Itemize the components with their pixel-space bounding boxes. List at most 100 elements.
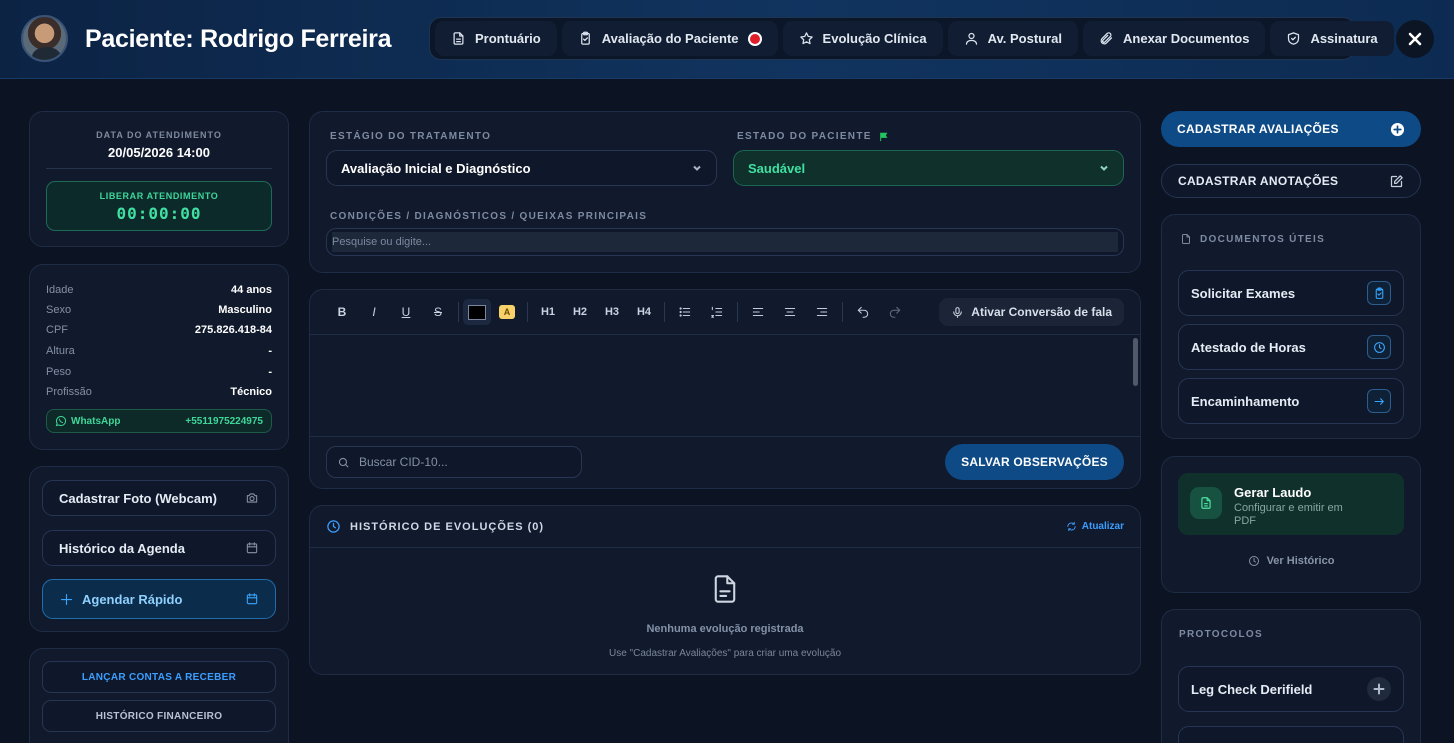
info-row-weight: Peso -: [46, 366, 272, 378]
ordered-list-button[interactable]: [701, 296, 733, 328]
editor-textarea[interactable]: [310, 336, 1140, 436]
register-photo-button[interactable]: Cadastrar Foto (Webcam): [42, 480, 276, 516]
bold-button[interactable]: B: [326, 296, 358, 328]
strikethrough-button[interactable]: S: [422, 296, 454, 328]
undo-icon: [856, 305, 870, 319]
speech-to-text-button[interactable]: Ativar Conversão de fala: [939, 298, 1124, 326]
tab-av-postural[interactable]: Av. Postural: [947, 21, 1079, 56]
star-icon: [799, 31, 814, 46]
text-color-button[interactable]: [463, 299, 491, 325]
align-right-icon: [815, 305, 829, 319]
whatsapp-button[interactable]: WhatsApp +5511975224975: [46, 409, 272, 433]
register-notes-button[interactable]: CADASTRAR ANOTAÇÕES: [1161, 164, 1421, 198]
file-icon: [451, 31, 466, 46]
italic-button[interactable]: I: [358, 296, 390, 328]
cid-search-input[interactable]: Buscar CID-10...: [326, 446, 582, 478]
ordered-list-icon: [710, 305, 724, 319]
tab-label: Anexar Documentos: [1123, 31, 1250, 46]
close-button[interactable]: [1396, 20, 1434, 58]
tab-evolucao-clinica[interactable]: Evolução Clínica: [782, 21, 943, 56]
protocols-card: PROTOCOLOS Leg Check Derifield: [1161, 609, 1421, 743]
referral-button[interactable]: Encaminhamento: [1178, 378, 1404, 424]
align-center-button[interactable]: [774, 296, 806, 328]
page-title: Paciente: Rodrigo Ferreira: [85, 25, 392, 53]
h3-button[interactable]: H3: [596, 296, 628, 328]
clock-icon: [1248, 555, 1260, 567]
tab-assinatura[interactable]: Assinatura: [1270, 21, 1394, 56]
nav-tabs: Prontuário Avaliação do Paciente Evoluçã…: [429, 17, 1394, 60]
tab-avaliacao-paciente[interactable]: Avaliação do Paciente: [561, 21, 778, 56]
whatsapp-number: +5511975224975: [185, 415, 263, 427]
conditions-label: CONDIÇÕES / DIAGNÓSTICOS / QUEIXAS PRINC…: [330, 211, 648, 222]
clipboard-icon: [578, 31, 593, 46]
editor-scrollbar[interactable]: [1133, 338, 1138, 386]
request-exams-button[interactable]: Solicitar Exames: [1178, 270, 1404, 316]
report-card: Gerar Laudo Configurar e emitir em PDF V…: [1161, 456, 1421, 593]
chevron-down-icon: [692, 163, 702, 173]
highlight-button[interactable]: A: [491, 296, 523, 328]
avatar[interactable]: [21, 15, 68, 62]
protocol-item[interactable]: [1178, 726, 1404, 743]
document-icon: [711, 574, 739, 604]
view-history-button[interactable]: Ver Histórico: [1162, 555, 1420, 567]
header: Paciente: Rodrigo Ferreira Prontuário Av…: [0, 0, 1454, 79]
divider: [527, 302, 528, 322]
schedule-history-button[interactable]: Histórico da Agenda: [42, 530, 276, 566]
user-icon: [964, 31, 979, 46]
camera-icon: [245, 491, 259, 505]
tab-anexar-documentos[interactable]: Anexar Documentos: [1083, 21, 1266, 56]
date-label: DATA DO ATENDIMENTO: [96, 130, 222, 140]
shield-icon: [1286, 31, 1301, 46]
align-left-button[interactable]: [742, 296, 774, 328]
release-appointment-button[interactable]: LIBERAR ATENDIMENTO 00:00:00: [46, 181, 272, 231]
search-icon: [337, 456, 350, 469]
register-evaluations-button[interactable]: CADASTRAR AVALIAÇÕES: [1161, 111, 1421, 147]
documents-title: DOCUMENTOS ÚTEIS: [1200, 233, 1326, 245]
align-center-icon: [783, 305, 797, 319]
h1-button[interactable]: H1: [532, 296, 564, 328]
add-protocol-button[interactable]: [1367, 677, 1391, 701]
empty-state: Nenhuma evolução registrada Use "Cadastr…: [310, 574, 1140, 659]
hours-certificate-button[interactable]: Atestado de Horas: [1178, 324, 1404, 370]
treatment-card: ESTÁGIO DO TRATAMENTO ESTADO DO PACIENTE…: [309, 111, 1141, 273]
receivable-button[interactable]: LANÇAR CONTAS A RECEBER: [42, 661, 276, 693]
generate-report-button[interactable]: Gerar Laudo Configurar e emitir em PDF: [1178, 473, 1404, 535]
refresh-button[interactable]: Atualizar: [1066, 521, 1124, 532]
arrow-right-icon: [1373, 395, 1386, 408]
calendar-icon: [245, 592, 259, 606]
undo-button[interactable]: [847, 296, 879, 328]
protocol-item[interactable]: Leg Check Derifield: [1178, 666, 1404, 712]
refresh-icon: [1066, 521, 1077, 532]
divider: [46, 168, 272, 169]
report-icon: [1199, 496, 1213, 510]
h4-button[interactable]: H4: [628, 296, 660, 328]
tab-label: Evolução Clínica: [822, 31, 927, 46]
history-title: HISTÓRICO DE EVOLUÇÕES (0): [350, 520, 545, 533]
recording-indicator: [747, 31, 762, 46]
state-label: ESTADO DO PACIENTE: [737, 131, 872, 142]
finance-card: LANÇAR CONTAS A RECEBER HISTÓRICO FINANC…: [29, 648, 289, 743]
clock-icon: [326, 519, 341, 534]
divider: [664, 302, 665, 322]
release-label: LIBERAR ATENDIMENTO: [99, 191, 219, 201]
redo-button[interactable]: [879, 296, 911, 328]
save-observations-button[interactable]: SALVAR OBSERVAÇÕES: [945, 444, 1124, 480]
actions-card: Cadastrar Foto (Webcam) Histórico da Age…: [29, 466, 289, 632]
h2-button[interactable]: H2: [564, 296, 596, 328]
conditions-input[interactable]: Pesquise ou digite...: [326, 228, 1124, 256]
stage-select[interactable]: Avaliação Inicial e Diagnóstico: [326, 150, 717, 186]
finance-history-button[interactable]: HISTÓRICO FINANCEIRO: [42, 700, 276, 732]
report-subtitle: Configurar e emitir em PDF: [1234, 502, 1343, 527]
patient-state-select[interactable]: Saudável: [733, 150, 1124, 186]
conditions-placeholder: Pesquise ou digite...: [332, 232, 1118, 252]
align-right-button[interactable]: [806, 296, 838, 328]
bullet-list-button[interactable]: [669, 296, 701, 328]
underline-button[interactable]: U: [390, 296, 422, 328]
tab-prontuario[interactable]: Prontuário: [435, 21, 557, 56]
appointment-card: DATA DO ATENDIMENTO 20/05/2026 14:00 LIB…: [29, 111, 289, 247]
info-row-sex: Sexo Masculino: [46, 304, 272, 316]
plus-circle-icon: [1390, 122, 1405, 137]
tab-label: Assinatura: [1310, 31, 1378, 46]
close-icon: [1407, 31, 1423, 47]
quick-schedule-button[interactable]: Agendar Rápido: [42, 579, 276, 619]
